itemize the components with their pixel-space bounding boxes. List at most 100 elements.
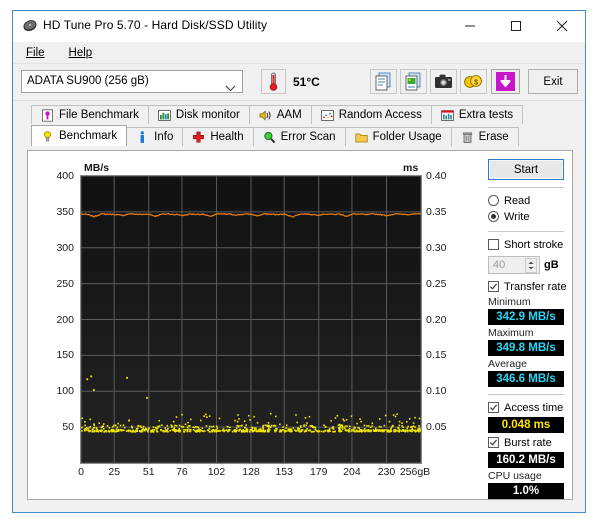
checkbox-transfer-rate[interactable]: Transfer rate (488, 279, 566, 294)
checkbox-access-time[interactable]: Access time (488, 400, 566, 415)
y2-tick-label: 0.40 (426, 170, 446, 182)
chart-plot-area (80, 175, 422, 464)
y-tick-label: 200 (38, 314, 74, 326)
app-window: HD Tune Pro 5.70 - Hard Disk/SSD Utility… (12, 10, 586, 513)
tab-info-label: Info (154, 131, 173, 143)
short-stroke-size-row: 40 gB (488, 256, 566, 274)
chevron-down-icon (225, 79, 236, 100)
chart-y2label: ms (403, 162, 418, 174)
drive-select-value: ADATA SU900 (256 gB) (27, 75, 149, 87)
y-tick-label: 50 (38, 421, 74, 433)
radio-read-label: Read (504, 195, 530, 207)
minimize-button[interactable] (447, 11, 493, 40)
copy-text-icon (371, 70, 396, 93)
short-stroke-input[interactable]: 40 (488, 256, 540, 274)
save-button[interactable] (491, 69, 520, 94)
checkbox-access-time-box (488, 402, 499, 413)
folder-icon (355, 131, 368, 144)
menu-file[interactable]: File (21, 45, 50, 61)
info-icon (136, 131, 149, 144)
lightbulb-icon (41, 130, 54, 143)
checkbox-short-stroke[interactable]: Short stroke (488, 237, 566, 252)
tab-info[interactable]: Info (126, 127, 183, 146)
y2-tick-label: 0.05 (426, 421, 446, 433)
tab-folder-usage[interactable]: Folder Usage (345, 127, 452, 146)
register-button[interactable]: $ (460, 69, 487, 94)
tab-extra-tests-label: Extra tests (459, 109, 513, 121)
title-bar: HD Tune Pro 5.70 - Hard Disk/SSD Utility (13, 11, 585, 42)
x-tick-label: 256gB (395, 466, 435, 478)
exit-button-label: Exit (543, 76, 562, 88)
y-tick-label: 100 (38, 385, 74, 397)
radio-write[interactable]: Write (488, 209, 566, 224)
y2-tick-label: 0.10 (426, 385, 446, 397)
screenshot-button[interactable] (430, 69, 457, 94)
tab-row-bottom: Benchmark Info Health Error Scan (13, 126, 585, 146)
tab-benchmark[interactable]: Benchmark (31, 125, 127, 146)
tab-strip: File Benchmark Disk monitor AAM Random A… (13, 101, 585, 146)
menu-bar: File Help (13, 42, 585, 64)
access-time-value: 0.048 ms (502, 419, 551, 431)
tab-error-scan[interactable]: Error Scan (253, 127, 346, 146)
tab-folder-usage-label: Folder Usage (373, 131, 442, 143)
maximize-button[interactable] (493, 11, 539, 40)
checkbox-short-stroke-label: Short stroke (504, 239, 563, 251)
cpu-usage-label: CPU usage (488, 470, 566, 482)
radio-read[interactable]: Read (488, 193, 566, 208)
scatter-chart-icon (321, 109, 334, 122)
y2-tick-label: 0.25 (426, 278, 446, 290)
trash-icon (461, 131, 474, 144)
menu-help[interactable]: Help (64, 45, 98, 61)
exit-button[interactable]: Exit (528, 69, 578, 94)
start-button-label: Start (514, 164, 538, 176)
benchmark-controls: Start Read Write Short stroke 40 (488, 159, 566, 499)
minimum-value-box: 342.9 MB/s (488, 309, 564, 325)
temperature-value: 51°C (293, 75, 320, 89)
y2-tick-label: 0.35 (426, 206, 446, 218)
short-stroke-unit: gB (544, 259, 559, 271)
spinner-buttons[interactable] (525, 258, 537, 273)
chart-grid-icon (441, 109, 454, 122)
average-value-box: 346.6 MB/s (488, 371, 564, 387)
drive-select[interactable]: ADATA SU900 (256 gB) (21, 70, 243, 93)
file-benchmark-icon (41, 109, 54, 122)
tab-erase[interactable]: Erase (451, 127, 519, 146)
divider (488, 394, 564, 395)
tab-random-access-label: Random Access (339, 109, 422, 121)
tab-disk-monitor[interactable]: Disk monitor (148, 105, 250, 124)
hard-disk-icon (23, 19, 37, 33)
menu-file-label: File (26, 47, 45, 59)
tab-row-top: File Benchmark Disk monitor AAM Random A… (13, 104, 585, 124)
checkbox-transfer-rate-label: Transfer rate (504, 281, 567, 293)
start-button[interactable]: Start (488, 159, 564, 180)
checkbox-access-time-label: Access time (504, 402, 563, 414)
tab-health-label: Health (210, 131, 243, 143)
copy-text-button[interactable] (370, 69, 397, 94)
speaker-icon (259, 109, 272, 122)
average-value: 346.6 MB/s (496, 373, 555, 385)
radio-write-label: Write (504, 211, 529, 223)
toolbar: ADATA SU900 (256 gB) 51°C (13, 64, 585, 101)
tab-disk-monitor-label: Disk monitor (176, 109, 240, 121)
tab-extra-tests[interactable]: Extra tests (431, 105, 523, 124)
benchmark-panel: MB/s ms 50100150200250300350400 0.050.10… (27, 150, 573, 500)
coins-icon: $ (461, 70, 486, 93)
tab-benchmark-label: Benchmark (59, 130, 117, 142)
checkbox-burst-rate[interactable]: Burst rate (488, 435, 566, 450)
access-time-value-box: 0.048 ms (488, 417, 564, 433)
tab-error-scan-label: Error Scan (281, 131, 336, 143)
red-cross-icon (192, 131, 205, 144)
y2-tick-label: 0.15 (426, 349, 446, 361)
minimum-label: Minimum (488, 296, 566, 308)
tab-health[interactable]: Health (182, 127, 253, 146)
tab-file-benchmark[interactable]: File Benchmark (31, 105, 149, 124)
checkbox-burst-rate-box (488, 437, 499, 448)
thermometer-icon (261, 69, 286, 94)
tab-aam[interactable]: AAM (249, 105, 312, 124)
burst-rate-value-box: 160.2 MB/s (488, 452, 564, 468)
y-tick-label: 400 (38, 170, 74, 182)
close-button[interactable] (539, 11, 585, 40)
radio-read-indicator (488, 195, 499, 206)
tab-random-access[interactable]: Random Access (311, 105, 432, 124)
copy-image-button[interactable] (400, 69, 427, 94)
